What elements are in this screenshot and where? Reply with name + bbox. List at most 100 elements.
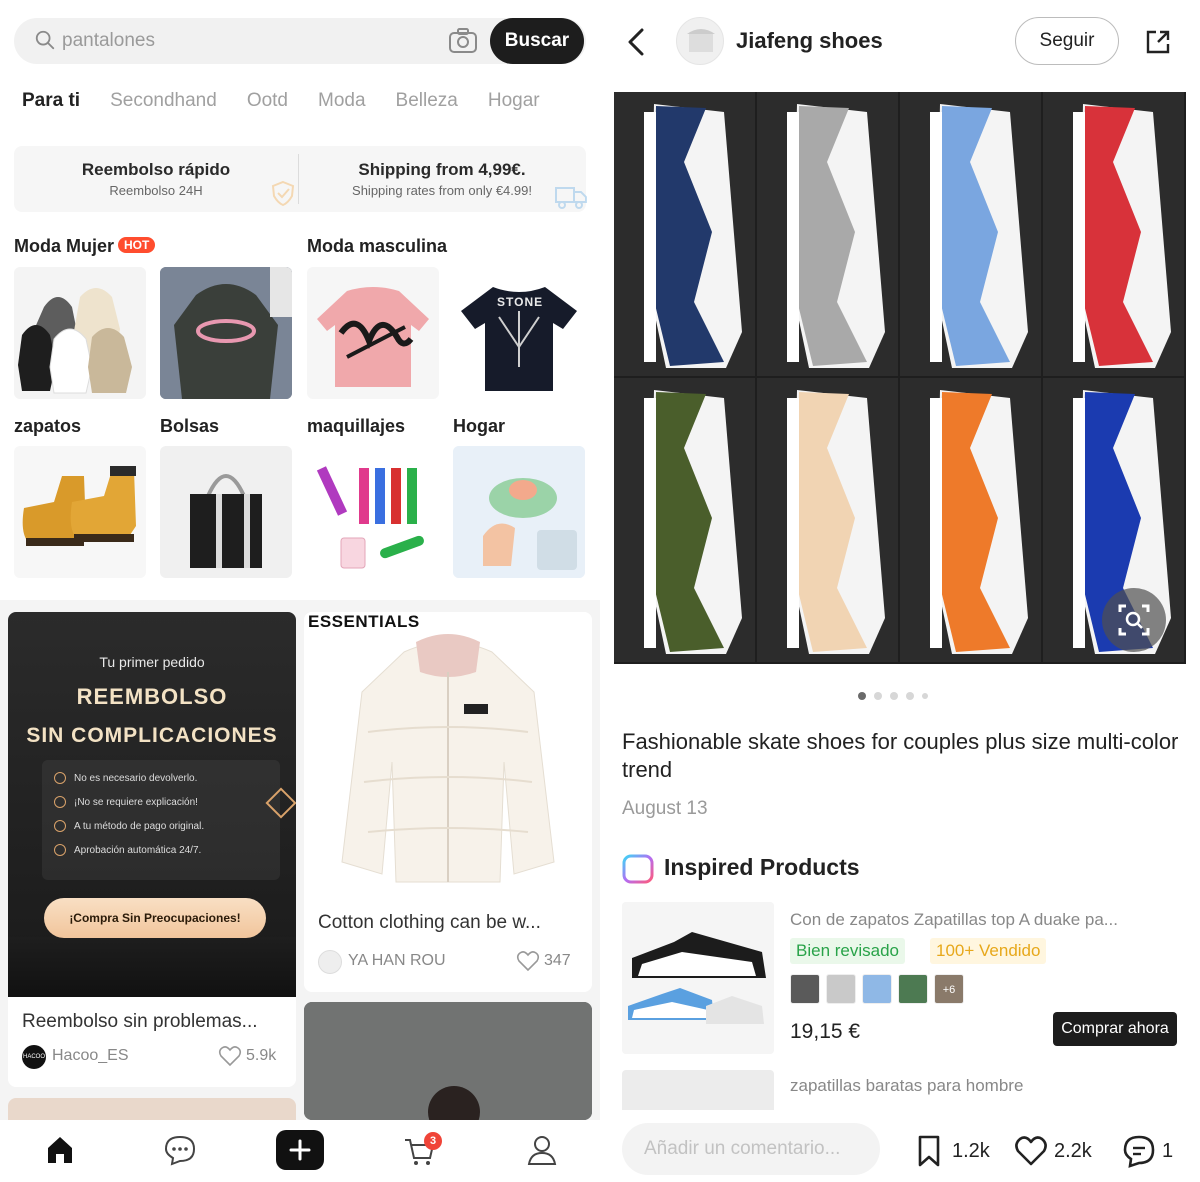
like-stat[interactable]: 2.2k [1014, 1134, 1092, 1168]
carousel-dot[interactable] [890, 692, 898, 700]
comment-stat[interactable]: 1 [1122, 1134, 1173, 1168]
check-icon [54, 796, 66, 808]
author-avatar[interactable]: HACOO [22, 1045, 46, 1069]
promo-title: REEMBOLSO [76, 684, 228, 709]
author-name[interactable]: Hacoo_ES [52, 1047, 129, 1065]
thumb-pink-sweater[interactable] [307, 267, 439, 399]
author-avatar[interactable] [318, 950, 342, 974]
boots-image [22, 466, 136, 546]
banner-divider [298, 154, 299, 204]
tab-moda[interactable]: Moda [318, 90, 366, 112]
carousel-dots [858, 692, 928, 700]
search-button[interactable]: Buscar [490, 18, 584, 64]
promo-title-2: SIN COMPLICACIONES [26, 724, 278, 747]
service-banner[interactable]: Reembolso rápido Reembolso 24H Shipping … [14, 146, 587, 212]
follow-button[interactable]: Seguir [1015, 17, 1119, 65]
category-moda-mujer[interactable]: Moda Mujer HOT [14, 236, 156, 257]
variant-swatch[interactable] [826, 974, 856, 1004]
shoe-tile [1043, 92, 1184, 376]
promo-subtitle: Tu primer pedido [99, 654, 205, 670]
variant-more-swatch[interactable]: +6 [934, 974, 964, 1004]
shipping-title: Shipping from 4,99€. [358, 160, 526, 179]
heart-icon[interactable] [516, 950, 540, 972]
feed-card-next[interactable] [8, 1098, 296, 1120]
heart-icon [1015, 1136, 1047, 1166]
category-moda-masculina[interactable]: Moda masculina [307, 236, 447, 257]
benefit-item: No es necesario devolverlo. [54, 772, 280, 784]
bookmark-icon [918, 1135, 940, 1167]
category-zapatos[interactable]: zapatos [14, 416, 81, 437]
inspired-products-title: Inspired Products [664, 854, 860, 880]
save-count: 1.2k [952, 1139, 990, 1162]
tab-belleza[interactable]: Belleza [396, 90, 458, 112]
tab-secondhand[interactable]: Secondhand [110, 90, 217, 112]
heart-icon[interactable] [218, 1045, 242, 1067]
comment-input[interactable] [622, 1123, 880, 1175]
product-image-2[interactable] [622, 1070, 774, 1110]
carousel-dot-active[interactable] [858, 692, 866, 700]
puffer-jacket-image [304, 612, 592, 902]
author-name[interactable]: YA HAN ROU [348, 952, 446, 970]
carousel-dot[interactable] [922, 693, 928, 699]
comment-bar: 1.2k 2.2k 1 [600, 1112, 1200, 1182]
chat-icon[interactable] [162, 1132, 198, 1168]
tab-ootd[interactable]: Ootd [247, 90, 288, 112]
comment-count: 1 [1162, 1139, 1174, 1162]
truck-icon [555, 187, 587, 209]
feed-card-photo[interactable] [304, 1002, 592, 1120]
like-count: 2.2k [1054, 1139, 1092, 1162]
category-bolsas[interactable]: Bolsas [160, 416, 219, 437]
tab-hogar[interactable]: Hogar [488, 90, 540, 112]
brand-label: ESSENTIALS [308, 612, 420, 631]
product-variant-swatches: +6 [790, 974, 964, 1004]
product-price: 19,15 € [790, 1020, 861, 1043]
thumb-boots[interactable] [14, 446, 146, 578]
hoodie-image [160, 267, 292, 399]
jacket-card[interactable]: ESSENTIALS Cotton clothing can be w... Y… [304, 612, 592, 992]
refund-subtitle: Reembolso 24H [109, 183, 203, 198]
product-image[interactable] [622, 902, 774, 1054]
product-name-2[interactable]: zapatillas baratas para hombre [790, 1076, 1023, 1096]
shop-name[interactable]: Jiafeng shoes [736, 28, 883, 54]
category-maquillajes[interactable]: maquillajes [307, 416, 405, 437]
variant-swatch[interactable] [862, 974, 892, 1004]
thumb-stone-tshirt[interactable]: STONE [453, 267, 585, 399]
tote-bag-image [190, 474, 262, 568]
benefit-item: A tu método de pago original. [54, 820, 280, 832]
category-hogar[interactable]: Hogar [453, 416, 505, 437]
thumb-graphic-hoodie[interactable] [160, 267, 292, 399]
back-icon[interactable] [624, 24, 648, 60]
home-icon[interactable] [42, 1132, 78, 1168]
buy-now-button[interactable]: Comprar ahora [1053, 1012, 1177, 1046]
thumb-cleaning-brush[interactable] [453, 446, 585, 578]
promo-cta-button[interactable]: ¡Compra Sin Preocupaciones! [44, 898, 266, 938]
save-stat[interactable]: 1.2k [912, 1134, 990, 1168]
profile-icon[interactable] [524, 1132, 560, 1168]
benefit-text: No es necesario devolverlo. [74, 772, 198, 784]
plus-icon [289, 1139, 311, 1161]
category-tabs: Para ti Secondhand Ootd Moda Belleza Hog… [22, 90, 570, 112]
thumb-tote-bag[interactable] [160, 446, 292, 578]
promo-floor [8, 937, 296, 997]
product-name[interactable]: Con de zapatos Zapatillas top A duake pa… [790, 910, 1180, 930]
carousel-dot[interactable] [906, 692, 914, 700]
post-photo[interactable] [614, 92, 1186, 664]
visual-search-button[interactable] [1102, 588, 1166, 652]
create-post-button[interactable] [276, 1130, 324, 1170]
promo-benefits-list: No es necesario devolverlo. ¡No se requi… [42, 760, 280, 880]
variant-swatch[interactable] [790, 974, 820, 1004]
variant-swatch[interactable] [898, 974, 928, 1004]
thumb-perfume[interactable] [307, 446, 439, 578]
search-input[interactable] [62, 27, 422, 55]
check-icon [54, 820, 66, 832]
shoe-tile [614, 378, 755, 662]
promo-card[interactable]: Tu primer pedido REEMBOLSO SIN COMPLICAC… [8, 612, 296, 997]
share-icon[interactable] [1144, 28, 1172, 56]
camera-icon[interactable] [448, 28, 478, 54]
thumb-hoodies[interactable] [14, 267, 146, 399]
carousel-dot[interactable] [874, 692, 882, 700]
tab-para-ti[interactable]: Para ti [22, 90, 80, 112]
promo-card-footer[interactable]: Reembolso sin problemas... HACOO Hacoo_E… [8, 997, 296, 1087]
shop-avatar[interactable] [676, 17, 724, 65]
jacket-caption: Cotton clothing can be w... [318, 912, 541, 933]
